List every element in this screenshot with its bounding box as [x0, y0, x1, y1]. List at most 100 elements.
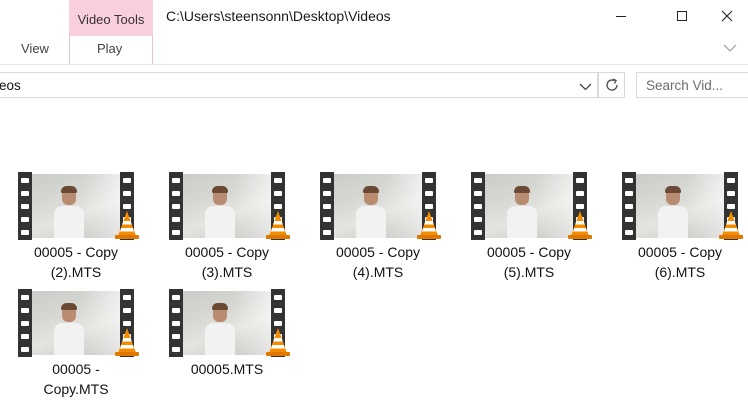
- file-name: 00005 - Copy (5).MTS: [459, 242, 599, 282]
- address-history-dropdown[interactable]: [579, 79, 592, 97]
- film-hole: [323, 191, 331, 196]
- video-film-strip-icon: [169, 289, 290, 357]
- film-hole: [576, 204, 584, 209]
- maximize-icon: [677, 11, 687, 21]
- film-hole: [123, 191, 131, 196]
- vlc-cone-icon: [266, 328, 290, 356]
- film-hole: [123, 178, 131, 183]
- video-thumbnail: [183, 291, 271, 355]
- vlc-cone-icon: [115, 211, 139, 239]
- film-hole: [21, 308, 29, 313]
- video-film-strip-icon: [471, 172, 592, 240]
- file-name-line: 00005 - Copy: [33, 244, 119, 260]
- file-item[interactable]: 00005 - Copy (4).MTS: [308, 172, 448, 284]
- film-hole: [274, 204, 282, 209]
- file-name: 00005 - Copy (3).MTS: [157, 242, 297, 282]
- tab-view[interactable]: View: [21, 41, 49, 56]
- video-film-strip-icon: [18, 172, 139, 240]
- film-hole: [21, 204, 29, 209]
- file-item[interactable]: 00005 - Copy (6).MTS: [610, 172, 748, 284]
- film-hole: [323, 178, 331, 183]
- video-thumbnail: [32, 174, 120, 238]
- video-tools-label: Video Tools: [77, 11, 145, 27]
- chevron-down-icon: [723, 44, 737, 52]
- vlc-cone-icon: [115, 328, 139, 356]
- video-film-strip-icon: [18, 289, 139, 357]
- file-name-line: 00005 - Copy: [486, 244, 572, 260]
- video-film-strip-icon: [169, 172, 290, 240]
- video-thumbnail: [485, 174, 573, 238]
- minimize-button[interactable]: [598, 0, 644, 32]
- film-hole: [172, 334, 180, 339]
- film-hole: [172, 295, 180, 300]
- address-bar[interactable]: eos: [0, 72, 598, 98]
- film-hole: [323, 230, 331, 235]
- file-name: 00005 - Copy (4).MTS: [308, 242, 448, 282]
- film-hole: [576, 191, 584, 196]
- vlc-cone-icon: [568, 211, 592, 239]
- film-hole: [172, 204, 180, 209]
- film-hole: [21, 347, 29, 352]
- chevron-down-icon: [579, 83, 592, 91]
- file-name-line: Copy.MTS: [43, 381, 109, 397]
- file-name-line: (6).MTS: [654, 264, 706, 280]
- film-hole: [425, 204, 433, 209]
- film-hole: [625, 204, 633, 209]
- film-hole: [172, 308, 180, 313]
- tab-play[interactable]: Play: [97, 41, 122, 56]
- film-hole: [727, 178, 735, 183]
- film-hole: [123, 321, 131, 326]
- video-thumbnail: [636, 174, 724, 238]
- film-hole: [21, 178, 29, 183]
- file-name: 00005.MTS: [157, 359, 297, 379]
- file-item[interactable]: 00005 - Copy (3).MTS: [157, 172, 297, 284]
- film-hole: [474, 191, 482, 196]
- film-hole: [123, 204, 131, 209]
- film-hole: [425, 178, 433, 183]
- file-name: 00005 - Copy.MTS: [6, 359, 146, 399]
- expand-ribbon-button[interactable]: [723, 40, 737, 58]
- file-name: 00005 - Copy (2).MTS: [6, 242, 146, 282]
- film-hole: [172, 217, 180, 222]
- film-hole: [625, 230, 633, 235]
- video-thumbnail: [183, 174, 271, 238]
- film-hole: [474, 217, 482, 222]
- film-hole: [274, 321, 282, 326]
- video-thumbnail: [32, 291, 120, 355]
- search-input[interactable]: Search Vid...: [636, 72, 748, 98]
- film-hole: [576, 178, 584, 183]
- file-name-line: (4).MTS: [352, 264, 404, 280]
- minimize-icon: [616, 15, 626, 17]
- window-title: C:\Users\steensonn\Desktop\Videos: [166, 8, 391, 24]
- film-hole: [625, 191, 633, 196]
- video-tools-context-tab[interactable]: Video Tools: [69, 0, 153, 36]
- search-placeholder: Search Vid...: [646, 78, 724, 93]
- file-item[interactable]: 00005 - Copy (5).MTS: [459, 172, 599, 284]
- film-hole: [21, 295, 29, 300]
- file-name-line: 00005 - Copy: [184, 244, 270, 260]
- film-strip-left: [622, 172, 636, 240]
- file-item[interactable]: 00005.MTS: [157, 289, 297, 401]
- file-name-line: (2).MTS: [50, 264, 102, 280]
- file-name: 00005 - Copy (6).MTS: [610, 242, 748, 282]
- maximize-button[interactable]: [659, 0, 705, 32]
- vlc-cone-icon: [719, 211, 743, 239]
- context-tab-divider: [69, 36, 70, 64]
- film-hole: [172, 321, 180, 326]
- film-hole: [274, 295, 282, 300]
- file-item[interactable]: 00005 - Copy.MTS: [6, 289, 146, 401]
- close-button[interactable]: [704, 0, 748, 32]
- film-hole: [172, 178, 180, 183]
- film-hole: [625, 217, 633, 222]
- film-hole: [172, 347, 180, 352]
- file-item[interactable]: 00005 - Copy (2).MTS: [6, 172, 146, 284]
- file-name-line: 00005 - Copy: [637, 244, 723, 260]
- film-hole: [474, 230, 482, 235]
- file-name-line: (5).MTS: [503, 264, 555, 280]
- title-bar: Video Tools C:\Users\steensonn\Desktop\V…: [0, 0, 748, 64]
- film-strip-left: [169, 172, 183, 240]
- film-hole: [727, 204, 735, 209]
- refresh-button[interactable]: [598, 72, 625, 98]
- film-strip-left: [18, 172, 32, 240]
- film-hole: [727, 191, 735, 196]
